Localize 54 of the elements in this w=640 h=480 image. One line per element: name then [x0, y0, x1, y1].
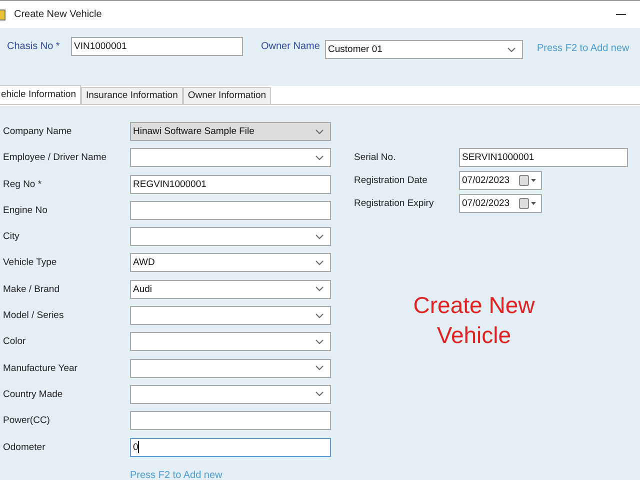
field-label: Odometer — [3, 440, 46, 455]
input-field[interactable]: 0 — [130, 438, 331, 457]
input-field[interactable]: SERVIN1000001 — [459, 148, 628, 167]
chevron-down-icon — [315, 286, 324, 292]
field-label: Owner Name — [261, 40, 321, 54]
dropdown[interactable]: Audi — [130, 280, 331, 299]
field-label: Registration Expiry — [354, 197, 435, 211]
chevron-down-icon — [315, 128, 324, 134]
field-label: Engine No — [3, 204, 48, 218]
dropdown[interactable] — [130, 148, 331, 168]
input-field[interactable] — [130, 411, 331, 430]
chevron-down-icon — [315, 154, 324, 161]
input-field[interactable] — [130, 200, 331, 220]
calendar-icon — [519, 175, 537, 186]
date-field[interactable]: 07/02/2023 — [459, 194, 542, 213]
field-label: Vehicle Type — [3, 256, 58, 270]
field-label: Registration Date — [354, 174, 428, 188]
field-label: Make / Brand — [3, 282, 60, 297]
chevron-down-icon — [315, 365, 324, 372]
tab[interactable]: Owner Information — [182, 87, 272, 104]
chevron-down-icon — [507, 46, 516, 52]
field-label: Manufacture Year — [3, 362, 78, 376]
field-label: Serial No. — [354, 151, 397, 165]
dropdown[interactable] — [130, 306, 331, 326]
dropdown[interactable]: Customer 01 — [325, 40, 523, 59]
minimize-icon[interactable] — [616, 14, 626, 16]
app-icon — [0, 8, 6, 20]
banner-text: Create New Vehicle — [412, 291, 536, 350]
tab[interactable]: Insurance Information — [80, 87, 183, 104]
dropdown[interactable] — [130, 384, 331, 404]
field-label: Power(CC) — [3, 414, 51, 428]
dropdown[interactable] — [130, 332, 331, 352]
field-label: Country Made — [3, 388, 64, 402]
dropdown[interactable] — [130, 227, 331, 246]
field-label: Reg No * — [3, 178, 43, 192]
field-label: Company Name — [3, 125, 73, 139]
chevron-down-icon — [315, 391, 324, 398]
field-label: City — [3, 230, 20, 244]
date-field[interactable]: 07/02/2023 — [459, 171, 542, 190]
chevron-down-icon — [315, 234, 324, 240]
input-field[interactable]: REGVIN1000001 — [130, 174, 331, 194]
field-label: Chasis No * — [7, 40, 61, 54]
chevron-down-icon — [315, 312, 324, 319]
dropdown[interactable]: AWD — [130, 253, 331, 272]
window-title: Create New Vehicle — [14, 9, 102, 20]
calendar-icon — [519, 198, 537, 209]
field-label: Employee / Driver Name — [3, 151, 108, 166]
chevron-down-icon — [315, 338, 324, 345]
tab[interactable]: ehicle Information — [0, 85, 81, 104]
field-label: Color — [3, 335, 27, 350]
field-label: Model / Series — [3, 309, 65, 324]
chevron-down-icon — [315, 260, 324, 266]
input-field[interactable]: VIN1000001 — [71, 37, 243, 56]
dropdown[interactable] — [130, 358, 331, 378]
